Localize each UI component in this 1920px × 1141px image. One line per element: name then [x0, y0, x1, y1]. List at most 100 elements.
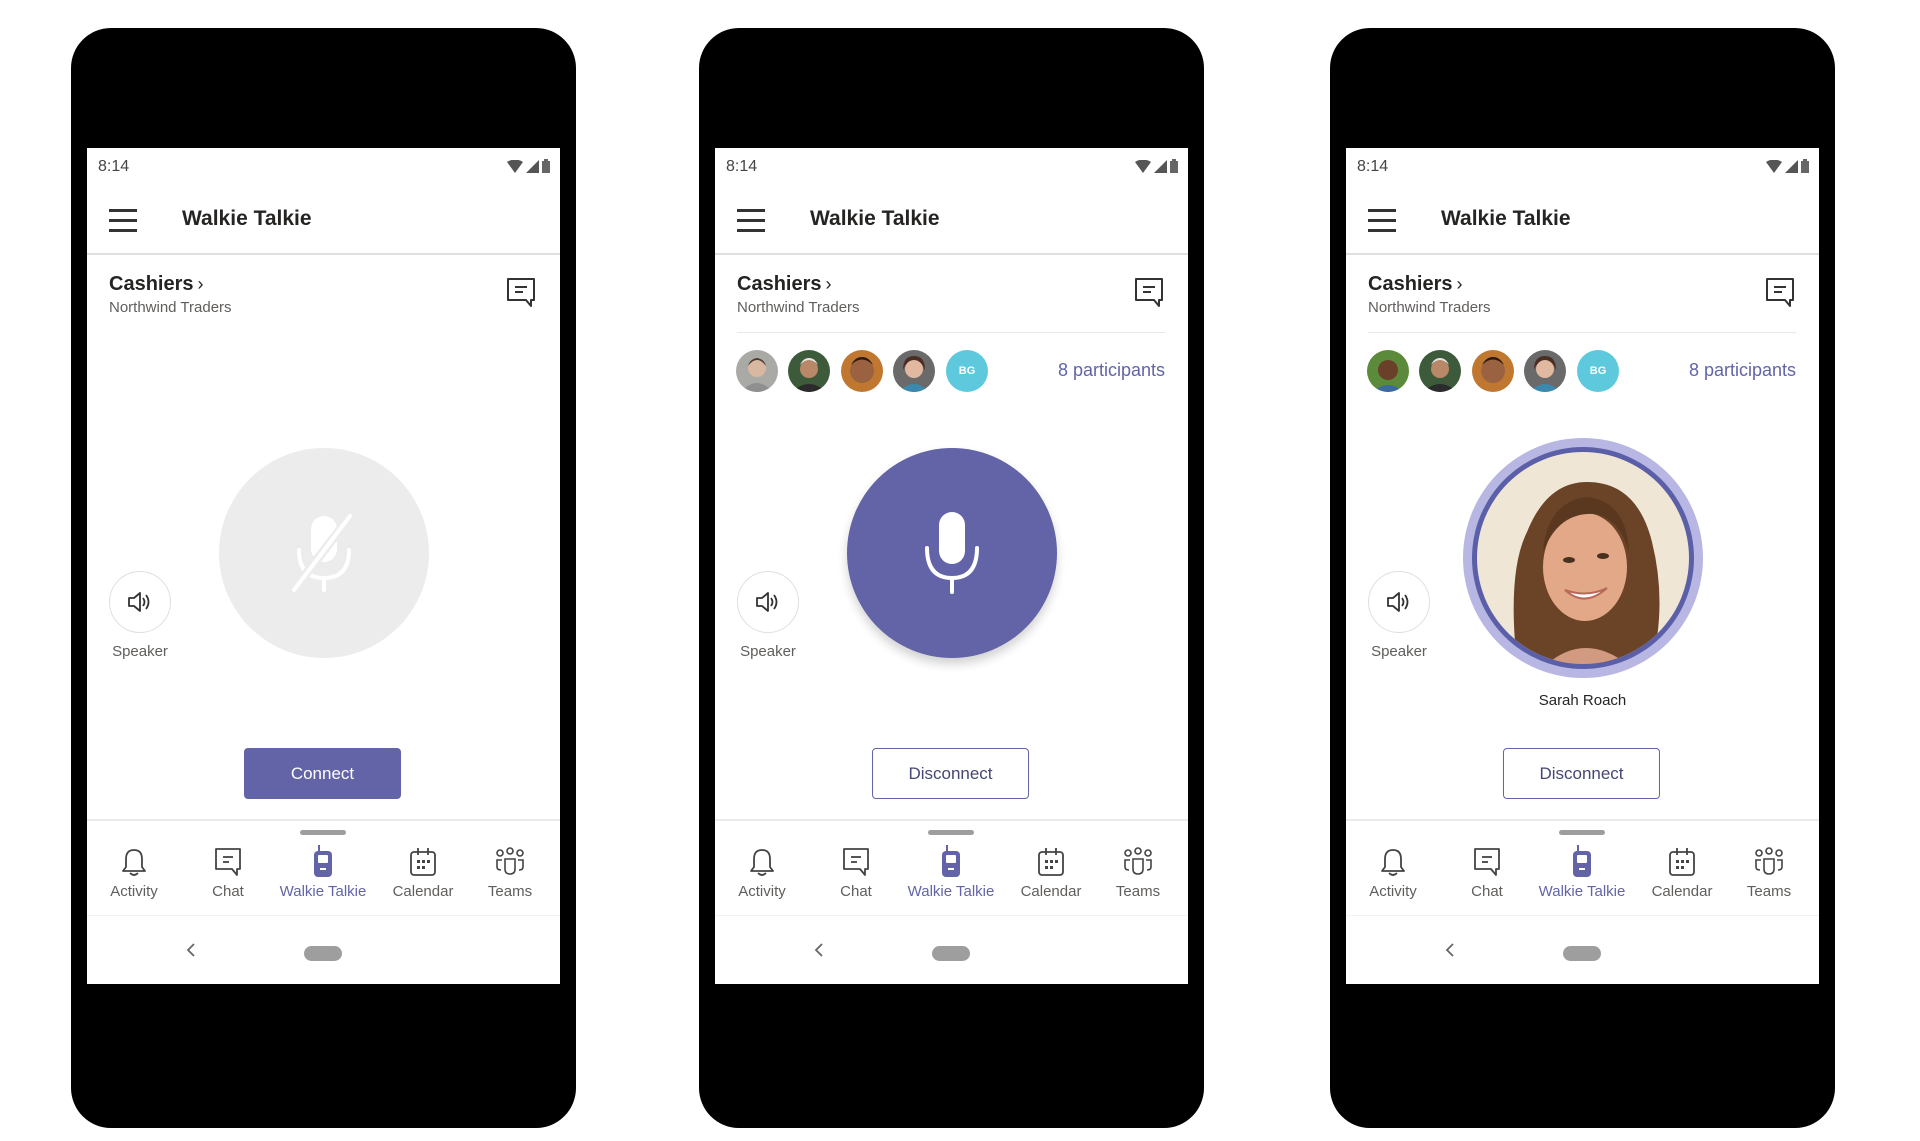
app-title: Walkie Talkie [182, 207, 312, 230]
phone-disconnected: 8:14 Walkie Talkie Cashiers › Northwind T… [71, 28, 576, 1128]
home-button[interactable] [932, 946, 970, 961]
speaker-button[interactable] [1368, 571, 1430, 633]
channel-header: Cashiers › Northwind Traders [87, 257, 560, 333]
calendar-icon [410, 848, 436, 876]
speaker-label: Speaker [112, 643, 168, 660]
participant-avatar[interactable] [1472, 350, 1514, 392]
cellular-signal-icon [526, 160, 539, 173]
tab-chat[interactable]: Chat [1437, 843, 1537, 900]
tab-chat[interactable]: Chat [806, 843, 906, 900]
team-name: Northwind Traders [109, 299, 232, 316]
home-button[interactable] [1563, 946, 1601, 961]
wifi-icon [507, 160, 523, 173]
chat-icon [843, 848, 869, 876]
tab-chat[interactable]: Chat [178, 843, 278, 900]
channel-name-link[interactable]: Cashiers › [737, 273, 832, 296]
participant-avatar[interactable] [736, 350, 778, 392]
channel-name-link[interactable]: Cashiers › [109, 273, 204, 296]
participants-count-link[interactable]: 8 participants [1689, 360, 1796, 381]
channel-name-link[interactable]: Cashiers › [1368, 273, 1463, 296]
divider [87, 819, 560, 821]
divider [737, 332, 1165, 333]
participant-avatar[interactable] [1419, 350, 1461, 392]
tab-teams[interactable]: Teams [460, 843, 560, 900]
bottom-tab-bar: Activity Chat Walkie Talkie Calendar Tea… [1346, 843, 1819, 915]
chat-icon[interactable] [1133, 276, 1165, 308]
push-to-talk-button-disabled[interactable] [219, 448, 429, 658]
tab-activity[interactable]: Activity [715, 843, 812, 900]
app-title: Walkie Talkie [810, 207, 940, 230]
menu-button[interactable] [1368, 209, 1396, 232]
status-time: 8:14 [726, 158, 758, 175]
push-to-talk-button[interactable] [847, 448, 1057, 658]
speaker-label: Speaker [740, 643, 796, 660]
mic-off-icon [288, 511, 356, 595]
tab-calendar[interactable]: Calendar [373, 843, 473, 900]
status-time: 8:14 [98, 158, 130, 175]
participants-row: BG 8 participants [715, 348, 1188, 394]
active-speaker-name: Sarah Roach [1538, 692, 1627, 709]
status-bar: 8:14 [715, 148, 1188, 186]
walkie-talkie-icon [942, 845, 960, 877]
back-icon[interactable] [1442, 942, 1458, 958]
participant-avatar[interactable] [788, 350, 830, 392]
hamburger-icon [737, 209, 765, 212]
tab-walkie-talkie[interactable]: Walkie Talkie [273, 843, 373, 900]
drag-handle[interactable] [1559, 830, 1605, 835]
tab-walkie-talkie[interactable]: Walkie Talkie [901, 843, 1001, 900]
participant-avatar-initials[interactable]: BG [946, 350, 988, 392]
tab-calendar[interactable]: Calendar [1632, 843, 1732, 900]
tab-activity[interactable]: Activity [87, 843, 184, 900]
phone-screen: 8:14 Walkie Talkie Cashiers › Northwind T… [1346, 148, 1819, 984]
speaker-icon [128, 592, 150, 612]
tab-calendar[interactable]: Calendar [1001, 843, 1101, 900]
drag-handle[interactable] [300, 830, 346, 835]
channel-header: Cashiers › Northwind Traders [1346, 257, 1819, 333]
tab-walkie-talkie[interactable]: Walkie Talkie [1532, 843, 1632, 900]
app-bar: Walkie Talkie [1346, 186, 1819, 255]
teams-icon [1124, 847, 1152, 875]
back-icon[interactable] [811, 942, 827, 958]
speaker-icon [756, 592, 778, 612]
system-navigation-bar [715, 916, 1188, 984]
calendar-icon [1038, 848, 1064, 876]
tab-activity[interactable]: Activity [1346, 843, 1443, 900]
speaker-button[interactable] [109, 571, 171, 633]
chevron-right-icon: › [197, 274, 204, 294]
speaker-control: Speaker [737, 571, 799, 660]
participant-avatar[interactable] [841, 350, 883, 392]
participant-avatar[interactable] [893, 350, 935, 392]
bell-icon [122, 849, 146, 876]
drag-handle[interactable] [928, 830, 974, 835]
chat-icon[interactable] [505, 276, 537, 308]
participant-avatar[interactable] [1367, 350, 1409, 392]
walkie-talkie-icon [314, 845, 332, 877]
bell-icon [1381, 849, 1405, 876]
participant-avatar-initials[interactable]: BG [1577, 350, 1619, 392]
menu-button[interactable] [737, 209, 765, 232]
chevron-right-icon: › [825, 274, 832, 294]
disconnect-button[interactable]: Disconnect [872, 748, 1029, 799]
home-button[interactable] [304, 946, 342, 961]
participants-count-link[interactable]: 8 participants [1058, 360, 1165, 381]
phone-receiving: 8:14 Walkie Talkie Cashiers › Northwind T… [1330, 28, 1835, 1128]
disconnect-button[interactable]: Disconnect [1503, 748, 1660, 799]
bottom-tab-bar: Activity Chat Walkie Talkie Calendar Tea… [87, 843, 560, 915]
wifi-icon [1135, 160, 1151, 173]
cellular-signal-icon [1785, 160, 1798, 173]
back-icon[interactable] [183, 942, 199, 958]
connect-button[interactable]: Connect [244, 748, 401, 799]
speaker-control: Speaker [109, 571, 171, 660]
participant-avatar[interactable] [1524, 350, 1566, 392]
chat-icon[interactable] [1764, 276, 1796, 308]
tab-teams[interactable]: Teams [1719, 843, 1819, 900]
phone-connected: 8:14 Walkie Talkie Cashiers › Northwind T… [699, 28, 1204, 1128]
phone-screen: 8:14 Walkie Talkie Cashiers › Northwind T… [87, 148, 560, 984]
battery-icon [542, 159, 550, 173]
system-navigation-bar [1346, 916, 1819, 984]
divider [715, 253, 1188, 255]
participants-row: BG 8 participants [1346, 348, 1819, 394]
tab-teams[interactable]: Teams [1088, 843, 1188, 900]
speaker-button[interactable] [737, 571, 799, 633]
menu-button[interactable] [109, 209, 137, 232]
